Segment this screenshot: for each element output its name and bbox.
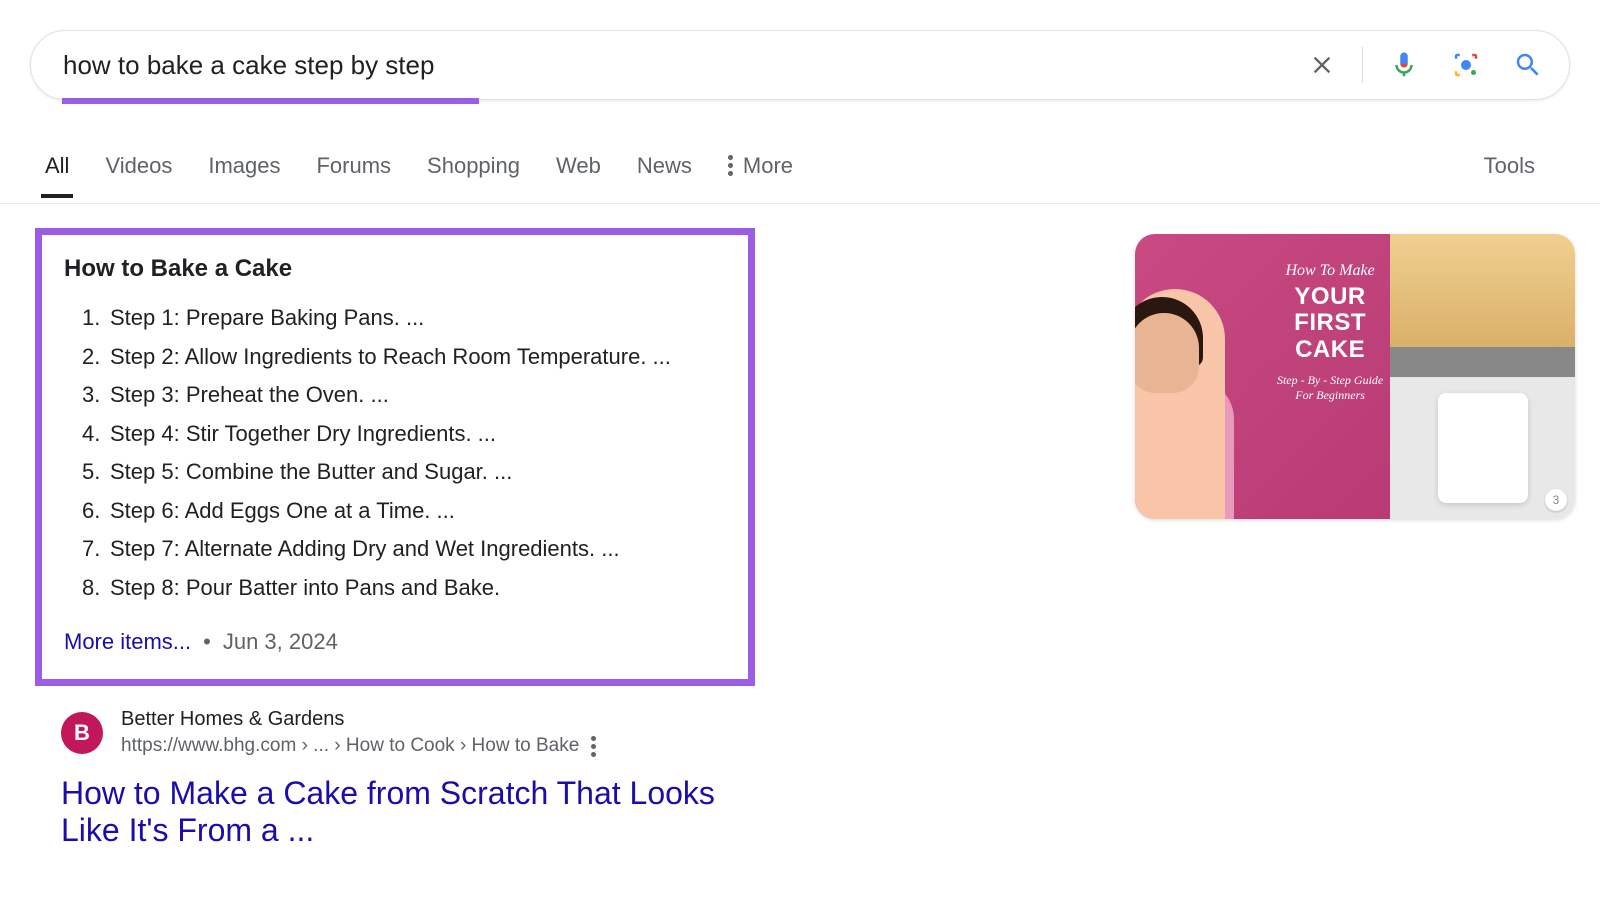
thumb-maintitle: YOUR FIRST CAKE — [1270, 284, 1390, 363]
cake-shape — [1438, 393, 1528, 503]
search-icon[interactable] — [1507, 44, 1549, 86]
tab-videos[interactable]: Videos — [105, 153, 172, 197]
snippet-steps-list: 1.Step 1: Prepare Baking Pans. ... 2.Ste… — [64, 299, 726, 607]
site-favicon: B — [61, 712, 103, 754]
lens-search-icon[interactable] — [1445, 44, 1487, 86]
thumb-left-panel: How To Make YOUR FIRST CAKE Step - By - … — [1135, 234, 1390, 519]
query-underline — [62, 98, 479, 104]
thumb-person — [1135, 289, 1225, 519]
featured-snippet: How to Bake a Cake 1.Step 1: Prepare Bak… — [35, 228, 755, 686]
tab-shopping[interactable]: Shopping — [427, 153, 520, 197]
bullet-separator: • — [203, 629, 211, 655]
snippet-step: 8.Step 8: Pour Batter into Pans and Bake… — [82, 569, 726, 608]
result-source: Better Homes & Gardens https://www.bhg.c… — [121, 708, 596, 757]
thumb-right-panel: 1 3 — [1390, 234, 1575, 519]
voice-search-icon[interactable] — [1383, 44, 1425, 86]
tab-news[interactable]: News — [637, 153, 692, 197]
thumb-badge: 1 — [1545, 347, 1567, 369]
thumb-badge: 3 — [1545, 489, 1567, 511]
tab-web[interactable]: Web — [556, 153, 601, 197]
snippet-footer: More items... • Jun 3, 2024 — [64, 629, 726, 655]
thumb-text: How To Make YOUR FIRST CAKE Step - By - … — [1270, 262, 1390, 403]
source-name: Better Homes & Gardens — [121, 708, 596, 731]
side-column: How To Make YOUR FIRST CAKE Step - By - … — [1135, 228, 1575, 849]
tab-forums[interactable]: Forums — [316, 153, 391, 197]
thumb-cake-image: 3 — [1390, 377, 1575, 520]
main-column: How to Bake a Cake 1.Step 1: Prepare Bak… — [35, 228, 755, 849]
search-icons-group — [1302, 44, 1549, 86]
tab-all[interactable]: All — [45, 153, 69, 197]
snippet-step: 3.Step 3: Preheat the Oven. ... — [82, 376, 726, 415]
search-input[interactable] — [63, 50, 1302, 81]
divider — [1362, 47, 1363, 83]
source-url: https://www.bhg.com › ... › How to Cook … — [121, 735, 579, 757]
clear-icon[interactable] — [1302, 45, 1342, 85]
snippet-step: 4.Step 4: Stir Together Dry Ingredients.… — [82, 415, 726, 454]
result-title-link[interactable]: How to Make a Cake from Scratch That Loo… — [61, 775, 755, 849]
search-bar-container — [0, 0, 1600, 104]
results-area: How to Bake a Cake 1.Step 1: Prepare Bak… — [0, 204, 1600, 849]
snippet-step: 1.Step 1: Prepare Baking Pans. ... — [82, 299, 726, 338]
vertical-dots-icon — [728, 155, 733, 176]
video-thumbnail-card[interactable]: How To Make YOUR FIRST CAKE Step - By - … — [1135, 234, 1575, 519]
search-bar[interactable] — [30, 30, 1570, 100]
snippet-step: 6.Step 6: Add Eggs One at a Time. ... — [82, 492, 726, 531]
result-header: B Better Homes & Gardens https://www.bhg… — [61, 708, 755, 757]
snippet-step: 5.Step 5: Combine the Butter and Sugar. … — [82, 453, 726, 492]
vertical-dots-icon[interactable] — [591, 736, 596, 757]
tools-button[interactable]: Tools — [1484, 153, 1555, 197]
tab-more[interactable]: More — [728, 153, 793, 197]
snippet-step: 7.Step 7: Alternate Adding Dry and Wet I… — [82, 530, 726, 569]
thumb-pretitle: How To Make — [1270, 262, 1390, 280]
snippet-step: 2.Step 2: Allow Ingredients to Reach Roo… — [82, 338, 726, 377]
thumb-person-head — [1135, 313, 1199, 393]
thumb-subtitle: Step - By - Step Guide For Beginners — [1270, 373, 1390, 403]
tab-images[interactable]: Images — [208, 153, 280, 197]
search-result: B Better Homes & Gardens https://www.bhg… — [35, 708, 755, 849]
thumb-cake-image: 1 — [1390, 234, 1575, 377]
snippet-title: How to Bake a Cake — [64, 255, 726, 283]
more-items-link[interactable]: More items... — [64, 629, 191, 655]
tab-more-label: More — [743, 153, 793, 179]
source-url-row: https://www.bhg.com › ... › How to Cook … — [121, 735, 596, 757]
tabs-left: All Videos Images Forums Shopping Web Ne… — [45, 153, 793, 197]
tabs-row: All Videos Images Forums Shopping Web Ne… — [0, 146, 1600, 204]
snippet-date: Jun 3, 2024 — [223, 629, 338, 655]
